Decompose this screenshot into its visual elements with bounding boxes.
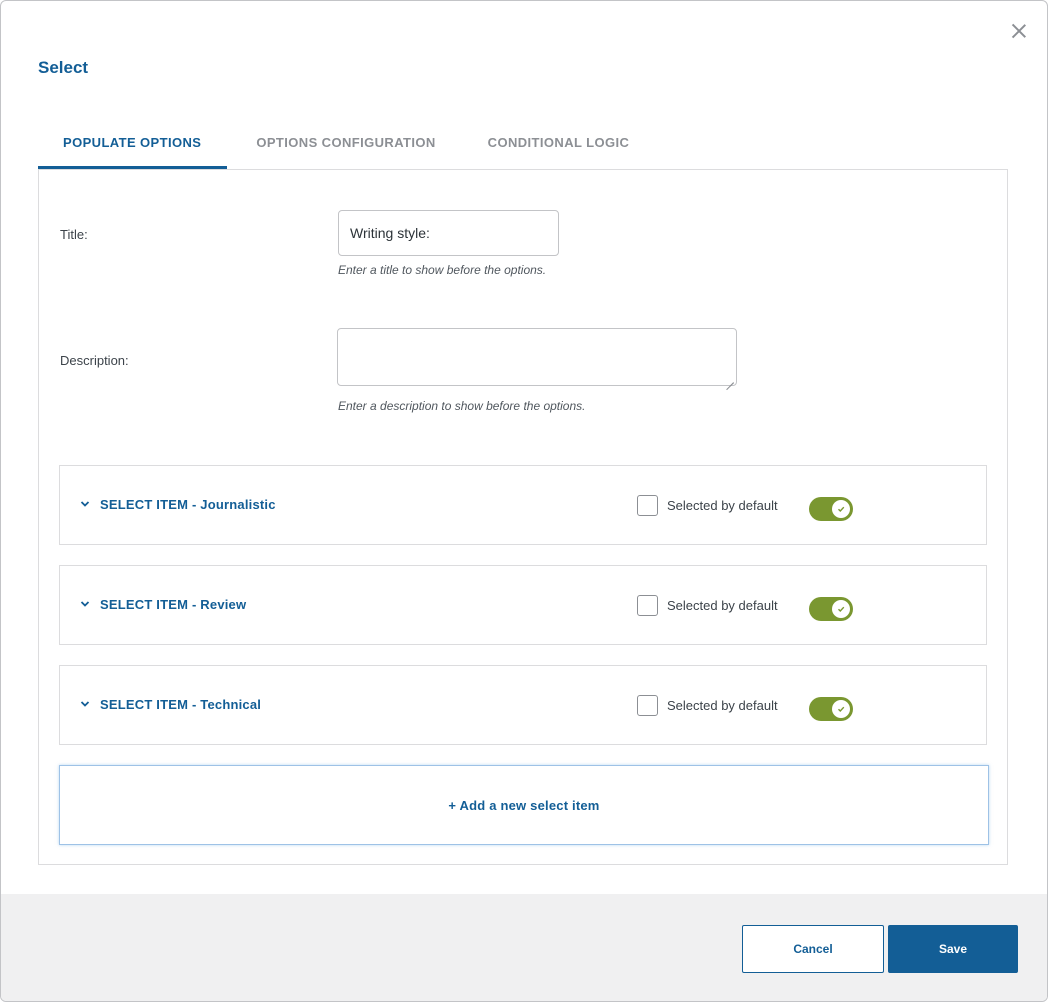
title-input[interactable]: Writing style:: [338, 210, 559, 256]
description-help-text: Enter a description to show before the o…: [338, 399, 586, 413]
check-icon: [832, 500, 850, 518]
select-item: SELECT ITEM - Review Selected by default: [59, 565, 987, 645]
chevron-down-icon[interactable]: [80, 499, 90, 509]
selected-by-default-checkbox[interactable]: [637, 495, 658, 516]
add-select-item-button[interactable]: + Add a new select item: [59, 765, 989, 845]
resize-handle-icon[interactable]: [726, 375, 734, 383]
check-icon: [832, 600, 850, 618]
select-item: SELECT ITEM - Journalistic Selected by d…: [59, 465, 987, 545]
title-help-text: Enter a title to show before the options…: [338, 263, 547, 277]
tab-conditional-logic[interactable]: CONDITIONAL LOGIC: [463, 115, 656, 169]
selected-by-default-label: Selected by default: [667, 498, 778, 513]
tab-bar: POPULATE OPTIONS OPTIONS CONFIGURATION C…: [38, 115, 655, 169]
populate-options-panel: Title: Writing style: Enter a title to s…: [38, 169, 1008, 865]
title-label: Title:: [60, 227, 88, 242]
select-item-title[interactable]: SELECT ITEM - Review: [100, 597, 246, 612]
save-button[interactable]: Save: [888, 925, 1018, 973]
select-item: SELECT ITEM - Technical Selected by defa…: [59, 665, 987, 745]
select-item-title[interactable]: SELECT ITEM - Technical: [100, 697, 261, 712]
enable-toggle[interactable]: [809, 597, 853, 621]
description-textarea[interactable]: [337, 328, 737, 386]
tab-populate-options[interactable]: POPULATE OPTIONS: [38, 115, 228, 169]
add-select-item-label: + Add a new select item: [448, 797, 600, 813]
chevron-down-icon[interactable]: [80, 699, 90, 709]
selected-by-default-label: Selected by default: [667, 598, 778, 613]
dialog-title: Select: [38, 58, 89, 77]
selected-by-default-checkbox[interactable]: [637, 595, 658, 616]
description-label: Description:: [60, 353, 129, 368]
dialog-footer: Cancel Save: [1, 894, 1047, 1001]
close-icon[interactable]: [1009, 21, 1029, 41]
enable-toggle[interactable]: [809, 697, 853, 721]
select-item-title[interactable]: SELECT ITEM - Journalistic: [100, 497, 276, 512]
select-dialog: Select POPULATE OPTIONS OPTIONS CONFIGUR…: [0, 0, 1048, 1002]
selected-by-default-label: Selected by default: [667, 698, 778, 713]
selected-by-default-checkbox[interactable]: [637, 695, 658, 716]
cancel-button[interactable]: Cancel: [742, 925, 884, 973]
chevron-down-icon[interactable]: [80, 599, 90, 609]
check-icon: [832, 700, 850, 718]
enable-toggle[interactable]: [809, 497, 853, 521]
tab-options-configuration[interactable]: OPTIONS CONFIGURATION: [227, 115, 462, 169]
